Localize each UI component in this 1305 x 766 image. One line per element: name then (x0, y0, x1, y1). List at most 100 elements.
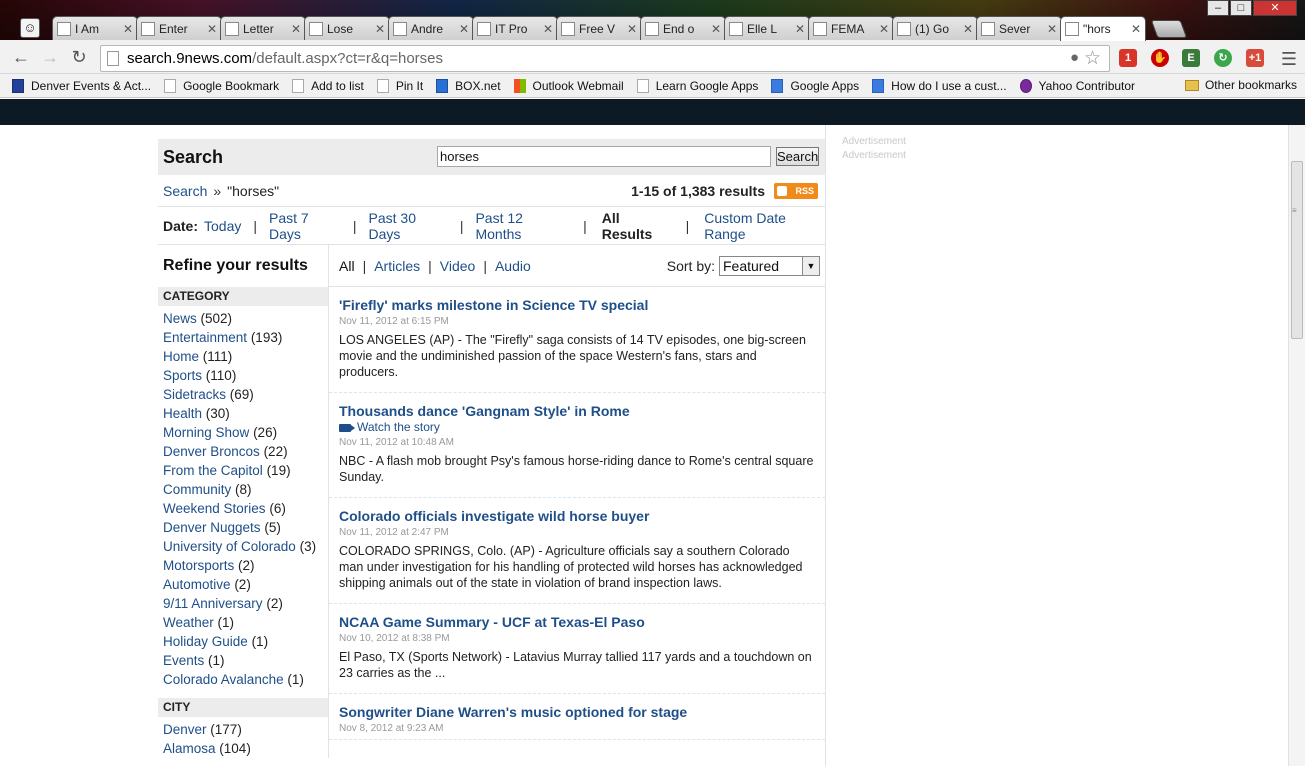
result-title-link[interactable]: Thousands dance 'Gangnam Style' in Rome (339, 402, 815, 420)
result-title-link[interactable]: Colorado officials investigate wild hors… (339, 507, 815, 525)
date-option[interactable]: Past 7 Days (269, 210, 341, 242)
bookmark-item[interactable]: BOX.net (436, 78, 501, 93)
browser-tab[interactable]: Andre ✕ (388, 16, 474, 40)
close-tab-icon[interactable]: ✕ (375, 22, 385, 36)
gplus-share-icon[interactable]: +1 (1246, 49, 1264, 67)
browser-tab[interactable]: I Am ✕ (52, 16, 138, 40)
sort-select[interactable]: Featured ▼ (719, 256, 820, 276)
refine-link[interactable]: Community (163, 482, 231, 497)
bookmark-item[interactable]: Outlook Webmail (513, 78, 624, 93)
refine-link[interactable]: Motorsports (163, 558, 234, 573)
refine-link[interactable]: Automotive (163, 577, 231, 592)
type-option[interactable]: Articles (374, 258, 420, 274)
browser-tab[interactable]: Lose ✕ (304, 16, 390, 40)
type-option[interactable]: Video (440, 258, 476, 274)
refine-link[interactable]: 9/11 Anniversary (163, 596, 263, 611)
minimize-button[interactable]: – (1207, 0, 1229, 16)
close-tab-icon[interactable]: ✕ (459, 22, 469, 36)
refine-link[interactable]: Home (163, 349, 199, 364)
browser-tab[interactable]: Letter ✕ (220, 16, 306, 40)
close-tab-icon[interactable]: ✕ (291, 22, 301, 36)
refine-link[interactable]: Holiday Guide (163, 634, 248, 649)
refine-link[interactable]: Sidetracks (163, 387, 226, 402)
page-scrollbar[interactable]: ≡ (1288, 125, 1305, 766)
adblock-icon[interactable]: ✋ (1151, 49, 1169, 67)
close-tab-icon[interactable]: ✕ (123, 22, 133, 36)
forward-arrow-icon[interactable]: → (39, 47, 61, 69)
result-title-link[interactable]: NCAA Game Summary - UCF at Texas-El Paso (339, 613, 815, 631)
bookmark-item[interactable]: Pin It (376, 78, 424, 93)
refine-link[interactable]: Events (163, 653, 204, 668)
close-tab-icon[interactable]: ✕ (711, 22, 721, 36)
refine-link[interactable]: Denver Broncos (163, 444, 260, 459)
refine-link[interactable]: Morning Show (163, 425, 249, 440)
bookmark-item[interactable]: Google Bookmark (164, 78, 279, 93)
evernote-icon[interactable]: E (1182, 49, 1200, 67)
bookmark-item[interactable]: Yahoo Contributor (1019, 78, 1135, 93)
result-title-link[interactable]: 'Firefly' marks milestone in Science TV … (339, 296, 815, 314)
refine-link[interactable]: Alamosa (163, 741, 216, 756)
refine-link[interactable]: News (163, 311, 197, 326)
bookmark-item[interactable]: Denver Events & Act... (12, 78, 151, 93)
refine-link[interactable]: University of Colorado (163, 539, 296, 554)
watch-story-link[interactable]: Watch the story (339, 420, 815, 435)
close-tab-icon[interactable]: ✕ (963, 22, 973, 36)
browser-tab[interactable]: "hors ✕ (1060, 16, 1146, 41)
bookmark-star-icon[interactable]: ☆ (1084, 47, 1101, 70)
refine-link[interactable]: Health (163, 406, 202, 421)
browser-tab[interactable]: IT Pro ✕ (472, 16, 558, 40)
refine-link[interactable]: Entertainment (163, 330, 247, 345)
rss-button[interactable]: RSS (774, 183, 818, 199)
type-option[interactable]: Audio (495, 258, 531, 274)
bookmark-item[interactable]: Add to list (292, 78, 364, 93)
maximize-button[interactable]: □ (1230, 0, 1252, 16)
bookmark-item[interactable]: Google Apps (771, 78, 859, 93)
browser-tab[interactable]: Sever ✕ (976, 16, 1062, 40)
close-tab-icon[interactable]: ✕ (207, 22, 217, 36)
close-tab-icon[interactable]: ✕ (1131, 22, 1141, 36)
scrollbar-thumb[interactable] (1291, 161, 1303, 339)
reload-icon[interactable]: ↻ (68, 47, 90, 69)
close-tab-icon[interactable]: ✕ (627, 22, 637, 36)
refine-link[interactable]: From the Capitol (163, 463, 263, 478)
extension-badge-icon[interactable]: 1 (1119, 49, 1137, 67)
close-tab-icon[interactable]: ✕ (543, 22, 553, 36)
close-tab-icon[interactable]: ✕ (879, 22, 889, 36)
refine-link[interactable]: Denver (163, 722, 207, 737)
new-tab-button[interactable] (1150, 20, 1188, 38)
refine-link[interactable]: Sports (163, 368, 202, 383)
close-tab-icon[interactable]: ✕ (795, 22, 805, 36)
close-window-button[interactable]: ✕ (1253, 0, 1297, 16)
back-arrow-icon[interactable]: ← (10, 47, 32, 69)
result-title-link[interactable]: Songwriter Diane Warren's music optioned… (339, 703, 815, 721)
other-bookmarks[interactable]: Other bookmarks (1184, 78, 1297, 92)
breadcrumb-search-link[interactable]: Search (163, 183, 207, 199)
browser-tab[interactable]: Enter ✕ (136, 16, 222, 40)
date-option[interactable]: Past 12 Months (475, 210, 568, 242)
refine-link[interactable]: Colorado Avalanche (163, 672, 284, 687)
close-tab-icon[interactable]: ✕ (1047, 22, 1057, 36)
bookmark-label: Pin It (395, 78, 424, 93)
chrome-app-icon[interactable]: ☺ (20, 18, 40, 38)
date-option[interactable]: Custom Date Range (704, 210, 825, 242)
type-filter-options: All | Articles | Video | Audio (339, 258, 531, 274)
browser-tab[interactable]: End o ✕ (640, 16, 726, 40)
bookmark-item[interactable]: Learn Google Apps (636, 78, 758, 93)
lightbulb-icon[interactable]: ● (1070, 49, 1079, 66)
refine-link[interactable]: Weekend Stories (163, 501, 266, 516)
date-option[interactable]: Today (204, 218, 241, 234)
chevron-down-icon[interactable]: ▼ (802, 257, 819, 275)
browser-tab[interactable]: FEMA ✕ (808, 16, 894, 40)
browser-tab[interactable]: Elle L ✕ (724, 16, 810, 40)
refine-link[interactable]: Weather (163, 615, 214, 630)
search-button[interactable]: Search (776, 147, 819, 166)
browser-tab[interactable]: Free V ✕ (556, 16, 642, 40)
search-input[interactable]: horses (437, 146, 771, 167)
address-bar[interactable]: search.9news.com/default.aspx?ct=r&q=hor… (100, 45, 1110, 72)
bookmark-item[interactable]: How do I use a cust... (872, 78, 1007, 93)
menu-icon[interactable]: ☰ (1281, 49, 1297, 70)
refine-link[interactable]: Denver Nuggets (163, 520, 261, 535)
date-option[interactable]: Past 30 Days (369, 210, 448, 242)
sync-icon[interactable]: ↻ (1214, 49, 1232, 67)
browser-tab[interactable]: (1) Go ✕ (892, 16, 978, 40)
